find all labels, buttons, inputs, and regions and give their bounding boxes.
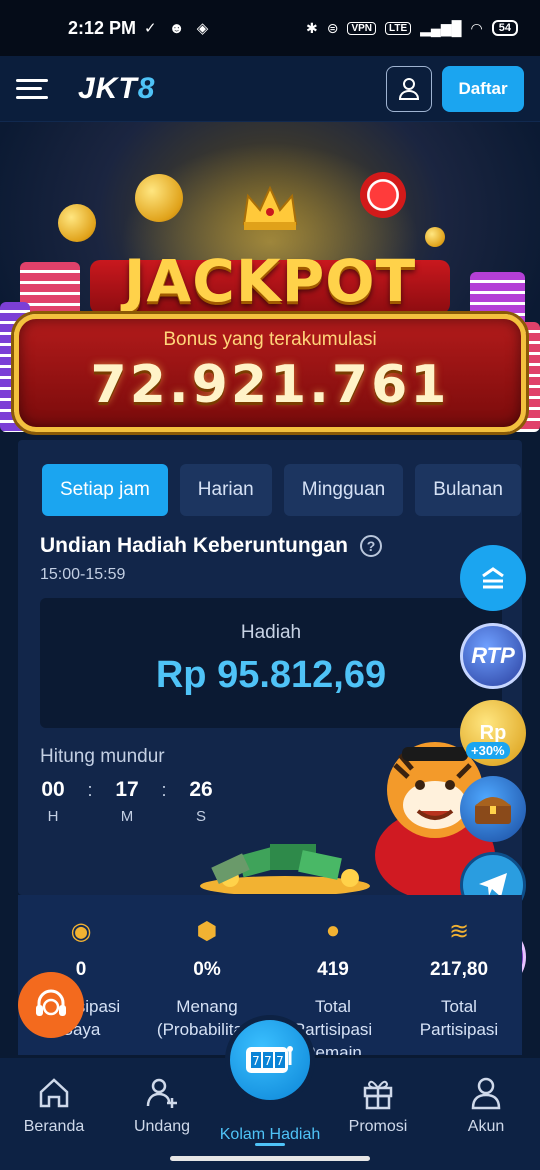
jackpot-plaque: Bonus yang terakumulasi 72.921.761 — [14, 314, 526, 432]
draw-heading: Undian Hadiah Keberuntungan ? — [40, 534, 383, 558]
rtp-label: RTP — [471, 643, 515, 668]
nav-invite[interactable]: Undang — [108, 1058, 216, 1170]
status-time: 2:12 PM — [68, 17, 137, 38]
jackpot-subtitle: Bonus yang terakumulasi — [163, 329, 377, 350]
toggle-icon: ⊜ — [326, 19, 339, 36]
add-user-icon — [146, 1078, 177, 1108]
prize-box: Hadiah Rp 95.812,69 — [40, 598, 502, 728]
coin-icon: ◉ — [70, 918, 92, 945]
stat-value: 419 — [317, 959, 349, 980]
coin-icon — [58, 204, 96, 242]
nav-label: Undang — [133, 1118, 191, 1135]
draw-time-range: 15:00-15:59 — [40, 566, 126, 583]
logo-text: JKT — [78, 71, 138, 105]
gift-icon — [363, 1080, 393, 1110]
scroll-top-button[interactable] — [460, 545, 526, 611]
nav-home[interactable]: Beranda — [0, 1058, 108, 1170]
login-button[interactable] — [386, 65, 432, 112]
period-tabs: Setiap jam Harian Mingguan Bulanan — [42, 464, 522, 516]
treasure-chest-icon — [475, 797, 511, 824]
nav-label: Kolam Hadiah — [219, 1126, 321, 1143]
register-button[interactable]: Daftar — [442, 65, 524, 112]
money-pile-illustration — [200, 844, 370, 894]
svg-text:7: 7 — [276, 1054, 284, 1068]
home-icon — [39, 1078, 69, 1108]
svg-text:7: 7 — [252, 1054, 260, 1068]
jackpot-title: JACKPOT — [123, 247, 417, 315]
countdown-timer: 00 H : 17 M : 26 S — [40, 778, 214, 825]
seconds-value: 26 — [189, 778, 213, 801]
countdown-minutes: 17 M — [114, 778, 140, 825]
bonus-badge: +30% — [466, 742, 510, 759]
jackpot-banner: JACKPOT Bonus yang terakumulasi 72.921.7… — [0, 122, 540, 440]
gesture-home-bar — [170, 1156, 370, 1161]
crown-icon — [242, 185, 298, 230]
tab-monthly[interactable]: Bulanan — [415, 464, 521, 516]
signal-icon: ▂▄▆█ — [420, 19, 462, 36]
customer-support-button[interactable] — [18, 972, 84, 1038]
tab-hourly[interactable]: Setiap jam — [42, 464, 168, 516]
prize-pool-center-button[interactable]: 777 — [225, 1015, 315, 1105]
account-icon — [471, 1077, 501, 1110]
chevron-up-icon — [482, 567, 504, 589]
notification-icons: ✓ ☻ ◈ — [144, 20, 213, 37]
rtp-button[interactable]: RTP — [460, 623, 526, 689]
menu-icon[interactable] — [16, 76, 48, 102]
prize-amount: Rp 95.812,69 — [155, 654, 387, 696]
nav-label: Promosi — [348, 1118, 408, 1135]
logo[interactable]: JKT8 — [78, 72, 155, 106]
minutes-value: 17 — [115, 778, 139, 801]
prize-label: Hadiah — [240, 622, 302, 643]
tab-daily[interactable]: Harian — [179, 464, 272, 516]
system-indicators: ✱ ⊜ VPN LTE ▂▄▆█ ◠ 54 — [306, 20, 518, 37]
coin-icon — [425, 227, 445, 247]
minutes-label: M — [120, 808, 134, 825]
countdown-label: Hitung mundur — [40, 746, 165, 767]
draw-title: Undian Hadiah Keberuntungan — [40, 534, 349, 557]
nav-label: Akun — [467, 1118, 505, 1135]
headset-icon — [36, 989, 66, 1016]
hours-value: 00 — [41, 778, 65, 801]
vpn-badge: VPN — [347, 21, 376, 35]
user-icon — [398, 77, 420, 100]
tab-weekly[interactable]: Mingguan — [283, 464, 404, 516]
countdown-seconds: 26 S — [188, 778, 214, 825]
help-icon[interactable]: ? — [360, 535, 383, 557]
person-icon: ● — [325, 917, 341, 944]
stat-value: 0% — [193, 959, 221, 980]
poker-chip-icon — [360, 172, 406, 218]
nav-promotion[interactable]: Promosi — [324, 1058, 432, 1170]
battery-indicator: 54 — [491, 20, 518, 36]
logo-number: 8 — [137, 71, 156, 105]
lte-badge: LTE — [385, 21, 412, 35]
bluetooth-icon: ✱ — [305, 19, 318, 36]
stat-value: 217,80 — [429, 959, 489, 980]
active-tab-indicator — [255, 1143, 285, 1146]
jackpot-amount: 72.921.761 — [90, 355, 450, 415]
stat-label: Total Partisipasi — [419, 997, 499, 1039]
status-bar: 2:12 PM ✓ ☻ ◈ ✱ ⊜ VPN LTE ▂▄▆█ ◠ 54 — [0, 0, 540, 56]
app-header: JKT8 Daftar — [0, 56, 540, 122]
time-separator: : — [161, 780, 167, 800]
coin-icon — [135, 174, 183, 222]
stat-total-participation: ≋ 217,80 Total Partisipasi — [396, 895, 522, 1055]
wifi-icon: ◠ — [470, 19, 483, 36]
stat-value: 0 — [75, 959, 87, 980]
hours-label: H — [47, 808, 59, 825]
svg-text:7: 7 — [264, 1054, 272, 1068]
countdown-hours: 00 H — [40, 778, 66, 825]
nav-account[interactable]: Akun — [432, 1058, 540, 1170]
coins-stack-icon: ≋ — [448, 918, 470, 945]
treasure-chest-button[interactable] — [460, 776, 526, 842]
nav-label: Beranda — [23, 1118, 85, 1135]
slot-machine-icon: 777 — [246, 1046, 293, 1073]
time-separator: : — [87, 780, 93, 800]
money-bag-icon: ⬢ — [196, 918, 218, 945]
seconds-label: S — [195, 808, 206, 825]
